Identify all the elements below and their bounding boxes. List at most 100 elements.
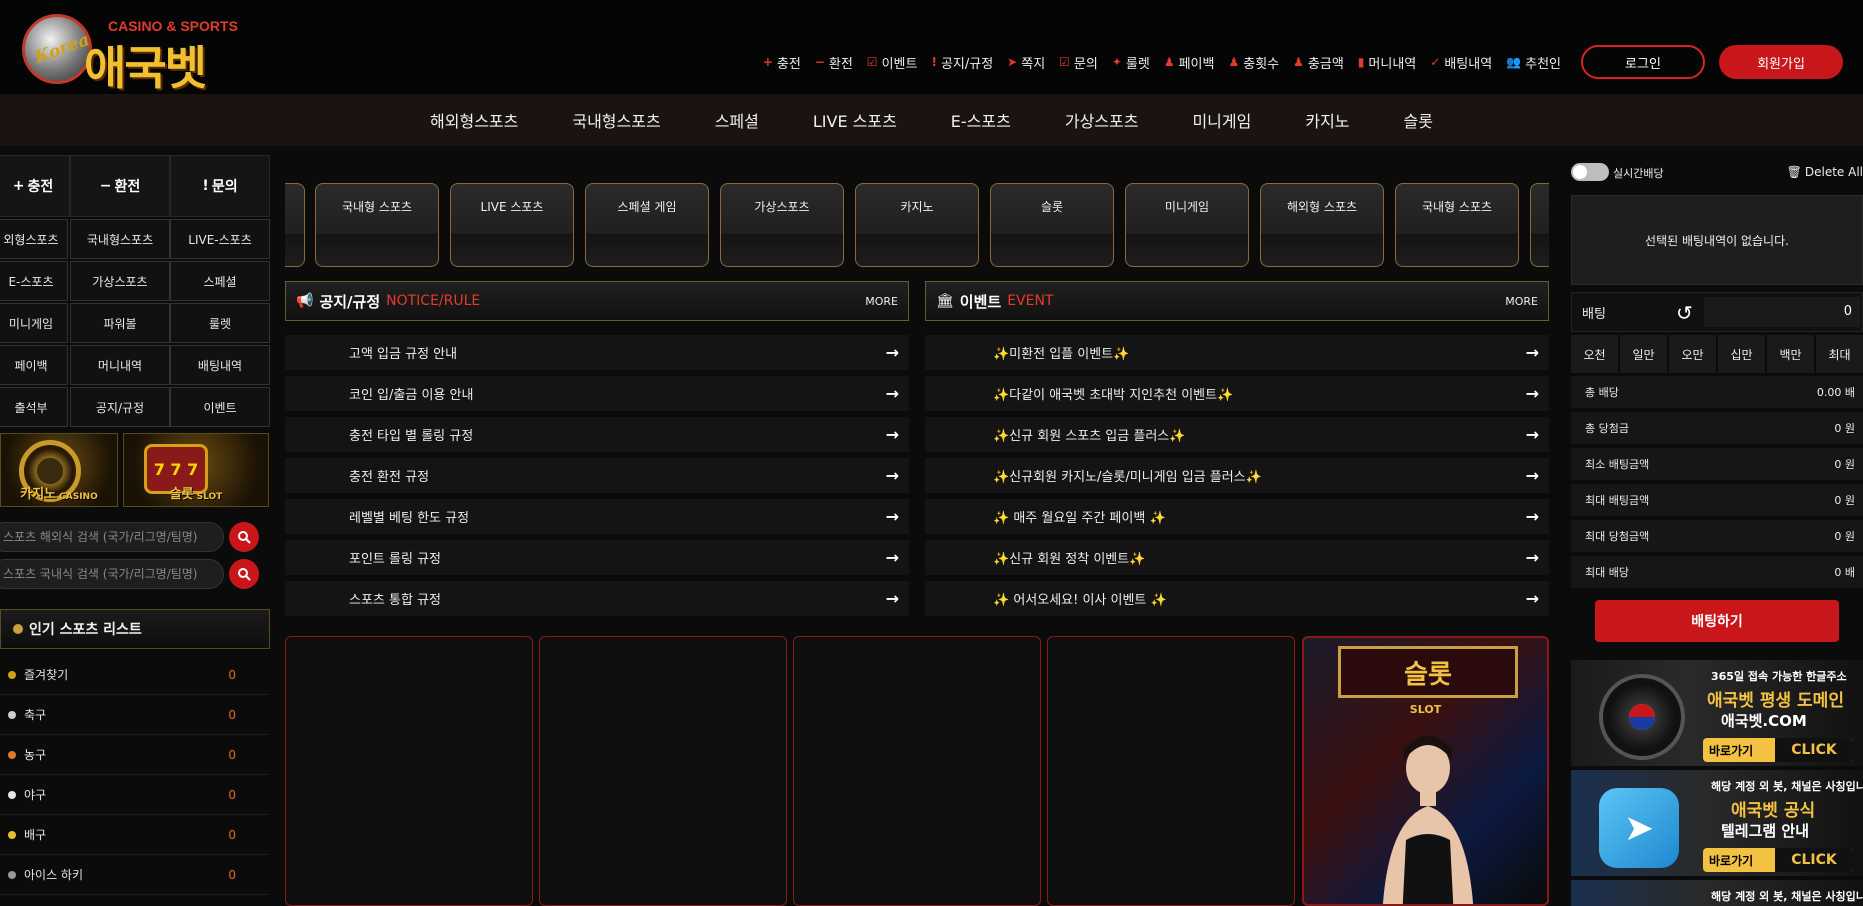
category-card[interactable]: 국내형 스포츠 bbox=[315, 183, 439, 267]
nav-slot[interactable]: 슬롯 bbox=[1377, 108, 1460, 132]
category-card[interactable]: 슬롯 bbox=[990, 183, 1114, 267]
menu-bet-history[interactable]: 배팅내역 bbox=[170, 345, 270, 385]
sport-item-soccer[interactable]: 축구 0 bbox=[0, 695, 270, 735]
game-banner-slot[interactable] bbox=[539, 636, 787, 906]
category-card[interactable] bbox=[1530, 183, 1549, 267]
category-card[interactable]: 가상스포츠 bbox=[720, 183, 844, 267]
sport-item-ice-hockey[interactable]: 아이스 하키 0 bbox=[0, 855, 270, 895]
category-card[interactable]: LIVE 스포츠 bbox=[450, 183, 574, 267]
amount-max-button[interactable]: 최대 bbox=[1816, 335, 1863, 373]
overseas-search-input[interactable]: 스포츠 해외식 검색 (국가/리그명/팀명) bbox=[0, 522, 224, 552]
domestic-search-input[interactable]: 스포츠 국내식 검색 (국가/리그명/팀명) bbox=[0, 559, 224, 589]
nav-special[interactable]: 스페셜 bbox=[688, 108, 786, 132]
notice-item[interactable]: 코인 입/출금 이용 안내 → bbox=[285, 376, 909, 414]
quick-exchange-button[interactable]: − 환전 bbox=[70, 155, 170, 217]
nav-minigame[interactable]: 미니게임 bbox=[1165, 108, 1278, 132]
quick-charge-button[interactable]: + 충전 bbox=[0, 155, 70, 217]
menu-minigame[interactable]: 미니게임 bbox=[0, 303, 68, 343]
top-link-charge-count[interactable]: ♟ 충횟수 bbox=[1228, 53, 1279, 72]
delete-all-button[interactable]: 🗑 Delete All bbox=[1787, 165, 1863, 179]
realtime-odds-toggle[interactable] bbox=[1571, 163, 1609, 181]
third-ad-banner[interactable]: 해당 계정 외 봇, 채널은 사칭입니다. bbox=[1571, 880, 1863, 906]
quick-inquiry-button[interactable]: ! 문의 bbox=[170, 155, 270, 217]
nav-domestic-sports[interactable]: 국내형스포츠 bbox=[545, 108, 687, 132]
nav-casino[interactable]: 카지노 bbox=[1278, 108, 1376, 132]
menu-domestic-sports[interactable]: 국내형스포츠 bbox=[70, 219, 170, 259]
menu-event[interactable]: 이벤트 bbox=[170, 387, 270, 427]
category-card[interactable]: 스페셜 게임 bbox=[585, 183, 709, 267]
event-item[interactable]: ✨다같이 애국벳 초대박 지인추천 이벤트✨ → bbox=[925, 376, 1549, 414]
top-link-message[interactable]: ➤ 쪽지 bbox=[1007, 53, 1045, 72]
top-link-charge[interactable]: + 충전 bbox=[763, 53, 801, 72]
menu-money-history[interactable]: 머니내역 bbox=[70, 345, 170, 385]
event-item[interactable]: ✨미환전 입플 이벤트✨ → bbox=[925, 335, 1549, 373]
sport-item-basketball[interactable]: 농구 0 bbox=[0, 735, 270, 775]
game-banner-slot[interactable] bbox=[793, 636, 1041, 906]
top-link-bet-history[interactable]: ✓ 배팅내역 bbox=[1430, 53, 1492, 72]
domestic-search-button[interactable] bbox=[229, 559, 259, 589]
menu-special[interactable]: 스페셜 bbox=[170, 261, 270, 301]
top-link-event[interactable]: ☑ 이벤트 bbox=[867, 53, 918, 72]
ad-go-button[interactable]: 바로가기 CLICK bbox=[1703, 848, 1853, 872]
category-card[interactable]: 카지노 bbox=[855, 183, 979, 267]
sport-item-baseball[interactable]: 야구 0 bbox=[0, 775, 270, 815]
top-link-charge-amount[interactable]: ♟ 충금액 bbox=[1293, 53, 1344, 72]
event-item[interactable]: ✨ 매주 월요일 주간 페이백 ✨ → bbox=[925, 499, 1549, 537]
place-bet-button[interactable]: 배팅하기 bbox=[1595, 600, 1839, 642]
menu-live-sports[interactable]: LIVE-스포츠 bbox=[170, 219, 270, 259]
notice-item[interactable]: 포인트 롤링 규정 → bbox=[285, 540, 909, 578]
event-item[interactable]: ✨신규 회원 정착 이벤트✨ → bbox=[925, 540, 1549, 578]
notice-item[interactable]: 충전 환전 규정 → bbox=[285, 458, 909, 496]
menu-payback[interactable]: 페이백 bbox=[0, 345, 68, 385]
telegram-ad-banner[interactable]: ➤ 해당 계정 외 봇, 채널은 사칭입니다. 애국벳 공식 텔레그램 안내 바… bbox=[1571, 770, 1863, 876]
top-link-roulette[interactable]: ✦ 룰렛 bbox=[1112, 53, 1150, 72]
notice-item[interactable]: 충전 타입 별 롤링 규정 → bbox=[285, 417, 909, 455]
game-banner-slot[interactable] bbox=[285, 636, 533, 906]
amount-100000-button[interactable]: 십만 bbox=[1718, 335, 1765, 373]
bet-amount-input[interactable]: 0 bbox=[1704, 297, 1860, 327]
menu-overseas-sports[interactable]: 외형스포츠 bbox=[0, 219, 68, 259]
amount-1000000-button[interactable]: 백만 bbox=[1767, 335, 1814, 373]
nav-esports[interactable]: E-스포츠 bbox=[924, 108, 1038, 132]
top-link-referral[interactable]: 👥 추천인 bbox=[1506, 53, 1561, 72]
category-card[interactable]: 국내형 스포츠 bbox=[1395, 183, 1519, 267]
sport-item-volleyball[interactable]: 배구 0 bbox=[0, 815, 270, 855]
overseas-search-button[interactable] bbox=[229, 522, 259, 552]
category-card[interactable] bbox=[285, 183, 305, 267]
nav-live-sports[interactable]: LIVE 스포츠 bbox=[786, 108, 924, 132]
top-link-money-history[interactable]: ▮ 머니내역 bbox=[1358, 53, 1416, 72]
nav-overseas-sports[interactable]: 해외형스포츠 bbox=[403, 108, 545, 132]
menu-esports[interactable]: E-스포츠 bbox=[0, 261, 68, 301]
top-link-inquiry[interactable]: ☑ 문의 bbox=[1059, 53, 1098, 72]
event-item[interactable]: ✨신규 회원 스포츠 입금 플러스✨ → bbox=[925, 417, 1549, 455]
category-card[interactable]: 미니게임 bbox=[1125, 183, 1249, 267]
top-link-exchange[interactable]: − 환전 bbox=[815, 53, 853, 72]
notice-item[interactable]: 스포츠 통합 규정 → bbox=[285, 581, 909, 619]
category-card[interactable]: 해외형 스포츠 bbox=[1260, 183, 1384, 267]
notice-more-link[interactable]: MORE bbox=[865, 295, 898, 308]
game-banner-slot[interactable] bbox=[1047, 636, 1295, 906]
top-link-notice[interactable]: ! 공지/규정 bbox=[931, 53, 993, 72]
event-item[interactable]: ✨ 어서오세요! 이사 이벤트 ✨ → bbox=[925, 581, 1549, 619]
sport-item-favorites[interactable]: 즐겨찾기 0 bbox=[0, 655, 270, 695]
menu-roulette[interactable]: 룰렛 bbox=[170, 303, 270, 343]
menu-virtual-sports[interactable]: 가상스포츠 bbox=[70, 261, 170, 301]
slot-promo-banner[interactable]: 슬롯 SLOT bbox=[1302, 636, 1549, 906]
domain-ad-banner[interactable]: 365일 접속 가능한 한글주소 애국벳 평생 도메인 애국벳.COM 바로가기… bbox=[1571, 660, 1863, 766]
amount-50000-button[interactable]: 오만 bbox=[1669, 335, 1716, 373]
casino-banner[interactable]: 카지노 CASINO bbox=[0, 433, 118, 507]
amount-10000-button[interactable]: 일만 bbox=[1620, 335, 1667, 373]
notice-item[interactable]: 고액 입금 규정 안내 → bbox=[285, 335, 909, 373]
site-logo[interactable]: Korea CASINO & SPORTS 애국벳 bbox=[18, 6, 248, 95]
menu-powerball[interactable]: 파워볼 bbox=[70, 303, 170, 343]
notice-item[interactable]: 레벨별 베팅 한도 규정 → bbox=[285, 499, 909, 537]
event-more-link[interactable]: MORE bbox=[1505, 295, 1538, 308]
nav-virtual-sports[interactable]: 가상스포츠 bbox=[1038, 108, 1166, 132]
amount-5000-button[interactable]: 오천 bbox=[1571, 335, 1618, 373]
top-link-payback[interactable]: ♟ 페이백 bbox=[1164, 53, 1215, 72]
ad-go-button[interactable]: 바로가기 CLICK bbox=[1703, 738, 1853, 762]
reset-icon[interactable]: ↺ bbox=[1676, 301, 1693, 325]
slot-banner-small[interactable]: 7 7 7 슬롯 SLOT bbox=[123, 433, 269, 507]
menu-notice[interactable]: 공지/규정 bbox=[70, 387, 170, 427]
signup-button[interactable]: 회원가입 bbox=[1719, 45, 1843, 79]
